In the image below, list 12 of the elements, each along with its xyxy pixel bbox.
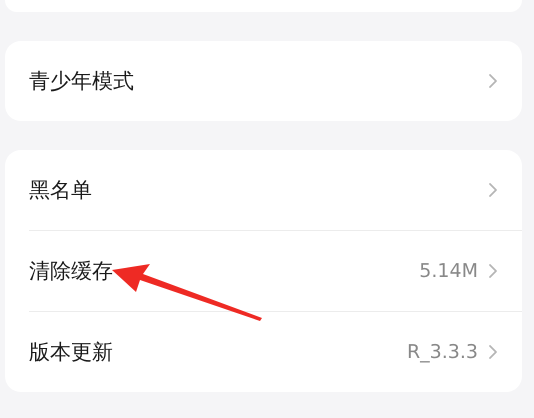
row-label: 黑名单	[29, 177, 93, 204]
row-value: 5.14M	[419, 260, 478, 282]
chevron-right-icon	[488, 263, 498, 279]
chevron-right-icon	[488, 73, 498, 89]
row-label: 版本更新	[29, 339, 114, 366]
row-value: R_3.3.3	[406, 341, 478, 363]
row-label: 青少年模式	[29, 68, 135, 95]
row-label: 清除缓存	[29, 258, 114, 285]
settings-row[interactable]: 青少年模式	[5, 41, 522, 121]
chevron-right-icon	[488, 182, 498, 198]
chevron-right-icon	[488, 344, 498, 360]
settings-row[interactable]: 黑名单	[5, 150, 522, 230]
